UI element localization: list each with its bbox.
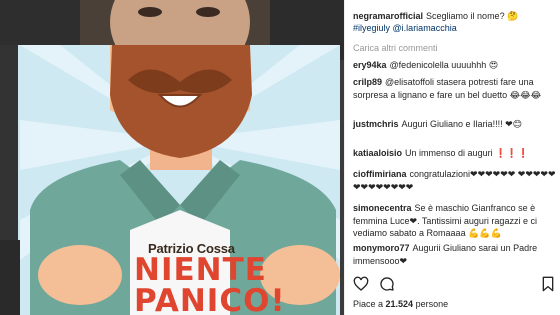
comment-text: Un immenso di auguri ❗❗❗	[405, 148, 529, 158]
likes-count[interactable]: Piace a 21.524 persone	[353, 299, 448, 309]
likes-suffix: persone	[413, 299, 449, 309]
load-more-comments-link[interactable]: Carica altri commenti	[353, 43, 438, 53]
post-actions-bar	[353, 276, 557, 292]
comment-username[interactable]: katiaaloisio	[353, 148, 402, 158]
comment-username[interactable]: simonecentra	[353, 203, 412, 213]
comment-text: @fedenicolella uuuuhhh 😍	[389, 60, 499, 70]
comment-username[interactable]: ery94ka	[353, 60, 387, 70]
heart-icon[interactable]	[353, 276, 369, 292]
comment-item: monymoro77 Augurii Giuliano sarai un Padr…	[353, 242, 557, 267]
comment-username[interactable]: crilp89	[353, 77, 382, 87]
comment-item: ery94ka @fedenicolella uuuuhhh 😍	[353, 59, 557, 72]
comment-username[interactable]: justmchris	[353, 119, 399, 129]
caption-username[interactable]: negramarofficial	[353, 11, 423, 21]
bookmark-icon[interactable]	[541, 276, 555, 292]
post-caption: negramarofficial Scegliamo il nome? 🤔 #il…	[353, 10, 559, 34]
post-photo[interactable]: Patrizio Cossa NIENTE PANICO!	[0, 0, 344, 315]
comment-item: justmchris Auguri Giuliano e Ilaria!!!! ❤…	[353, 118, 557, 131]
comment-username[interactable]: monymoro77	[353, 243, 410, 253]
likes-number: 21.524	[385, 299, 414, 309]
likes-prefix: Piace a	[353, 299, 386, 309]
caption-mention[interactable]: @i.lariamacchia	[393, 23, 457, 33]
book-title: NIENTE PANICO!	[134, 255, 314, 315]
caption-text: Scegliamo il nome?	[426, 11, 505, 21]
caption-hashtag[interactable]: #ilyegiuly	[353, 23, 390, 33]
book-title-line2: PANICO!	[134, 283, 286, 315]
comment-item: katiaaloisio Un immenso di auguri ❗❗❗	[353, 147, 557, 160]
comment-text: Auguri Giuliano e Ilaria!!!! ❤😊	[401, 119, 522, 129]
book-title-line1: NIENTE	[134, 252, 267, 288]
caption-emoji: 🤔	[507, 11, 519, 21]
comment-username[interactable]: cioffimiriana	[353, 169, 407, 179]
comment-item: crilp89 @elisatoffoli stasera potresti fa…	[353, 76, 557, 101]
comment-item: cioffimiriana congratulazioni❤❤❤❤❤❤ ❤❤❤❤❤…	[353, 168, 557, 193]
post-side-panel: negramarofficial Scegliamo il nome? 🤔 #il…	[344, 0, 560, 315]
comment-icon[interactable]	[379, 276, 395, 292]
comment-item: simonecentra Se è maschio Gianfranco se è…	[353, 202, 557, 240]
